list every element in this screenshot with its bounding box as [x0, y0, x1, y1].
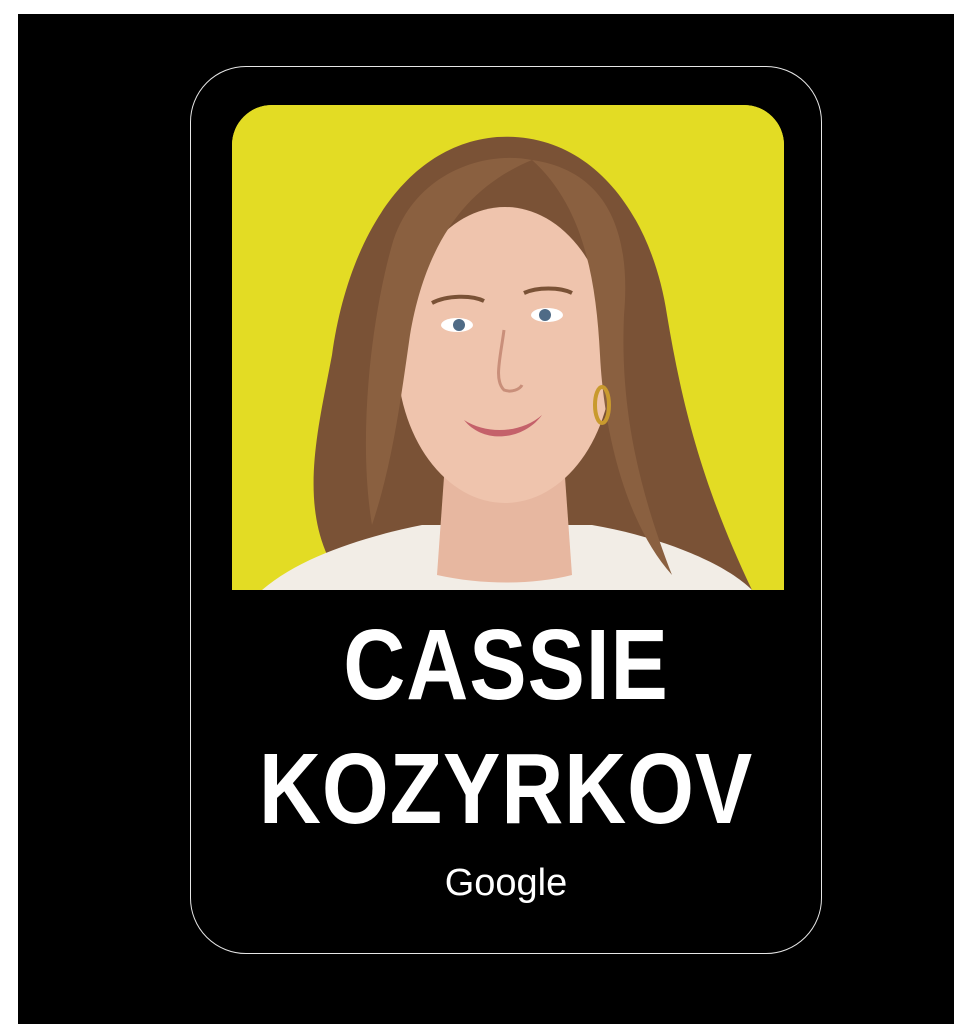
speaker-company: Google	[444, 862, 568, 904]
speaker-photo	[232, 105, 784, 590]
portrait-photo	[232, 105, 784, 590]
speaker-first-name: CASSIE	[343, 609, 669, 721]
speaker-last-name: KOZYRKOV	[258, 733, 754, 845]
